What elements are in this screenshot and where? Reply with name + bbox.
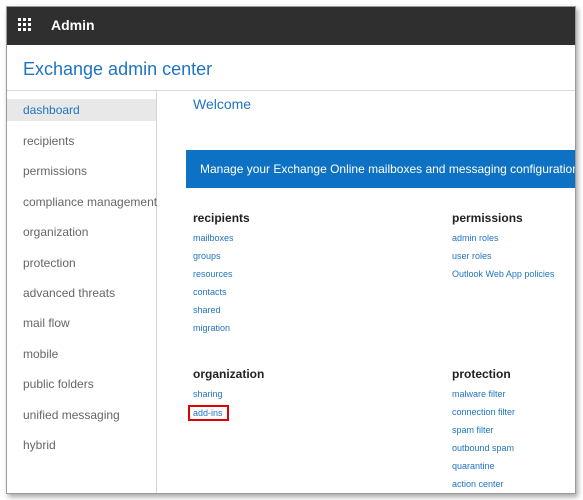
app-launcher-icon[interactable]	[17, 17, 35, 35]
link-groups[interactable]: groups	[193, 249, 250, 267]
sidebar-item-public-folders[interactable]: public folders	[7, 373, 156, 395]
sidebar-item-unified-messaging[interactable]: unified messaging	[7, 404, 156, 426]
app-title: Exchange admin center	[23, 59, 213, 79]
protection-section: protection malware filter connection fil…	[452, 367, 515, 493]
sidebar-item-mail-flow[interactable]: mail flow	[7, 312, 156, 334]
link-add-ins-container[interactable]: add-ins	[188, 405, 264, 423]
link-connection-filter[interactable]: connection filter	[452, 405, 515, 423]
link-action-center[interactable]: action center	[452, 477, 515, 493]
link-mailboxes[interactable]: mailboxes	[193, 231, 250, 249]
admin-window: Admin Exchange admin center dashboard re…	[6, 6, 576, 494]
link-outbound-spam[interactable]: outbound spam	[452, 441, 515, 459]
sidebar-item-organization[interactable]: organization	[7, 221, 156, 243]
organization-section: organization sharing add-ins	[188, 367, 265, 423]
welcome-heading: Welcome	[193, 96, 252, 112]
permissions-section: permissions admin roles user roles Outlo…	[452, 211, 554, 285]
link-spam-filter[interactable]: spam filter	[452, 423, 515, 441]
recipients-section: recipients mailboxes groups resources co…	[193, 211, 250, 339]
permissions-heading: permissions	[452, 211, 523, 225]
link-admin-roles[interactable]: admin roles	[452, 231, 554, 249]
sidebar-item-compliance-management[interactable]: compliance management	[7, 191, 157, 213]
organization-heading: organization	[193, 367, 265, 381]
link-migration[interactable]: migration	[193, 321, 250, 339]
sidebar-item-protection[interactable]: protection	[7, 252, 156, 274]
recipients-heading: recipients	[193, 211, 250, 225]
top-bar: Admin	[7, 7, 575, 45]
link-sharing[interactable]: sharing	[193, 387, 264, 405]
sidebar-item-permissions[interactable]: permissions	[7, 160, 156, 182]
sidebar-item-hybrid[interactable]: hybrid	[7, 434, 156, 456]
link-outlook-web-app-policies[interactable]: Outlook Web App policies	[452, 267, 554, 285]
top-bar-title: Admin	[51, 17, 95, 33]
banner-text: Manage your Exchange Online mailboxes an…	[200, 162, 575, 176]
sidebar-item-advanced-threats[interactable]: advanced threats	[7, 282, 156, 304]
protection-heading: protection	[452, 367, 511, 381]
link-shared[interactable]: shared	[193, 303, 250, 321]
link-user-roles[interactable]: user roles	[452, 249, 554, 267]
link-add-ins[interactable]: add-ins	[188, 405, 229, 421]
sidebar-item-recipients[interactable]: recipients	[7, 130, 156, 152]
sidebar-item-dashboard[interactable]: dashboard	[7, 99, 156, 121]
link-malware-filter[interactable]: malware filter	[452, 387, 515, 405]
link-contacts[interactable]: contacts	[193, 285, 250, 303]
link-quarantine[interactable]: quarantine	[452, 459, 515, 477]
sidebar-item-mobile[interactable]: mobile	[7, 343, 156, 365]
link-resources[interactable]: resources	[193, 267, 250, 285]
sidebar: dashboard recipients permissions complia…	[7, 91, 157, 493]
welcome-banner: Manage your Exchange Online mailboxes an…	[186, 150, 575, 188]
